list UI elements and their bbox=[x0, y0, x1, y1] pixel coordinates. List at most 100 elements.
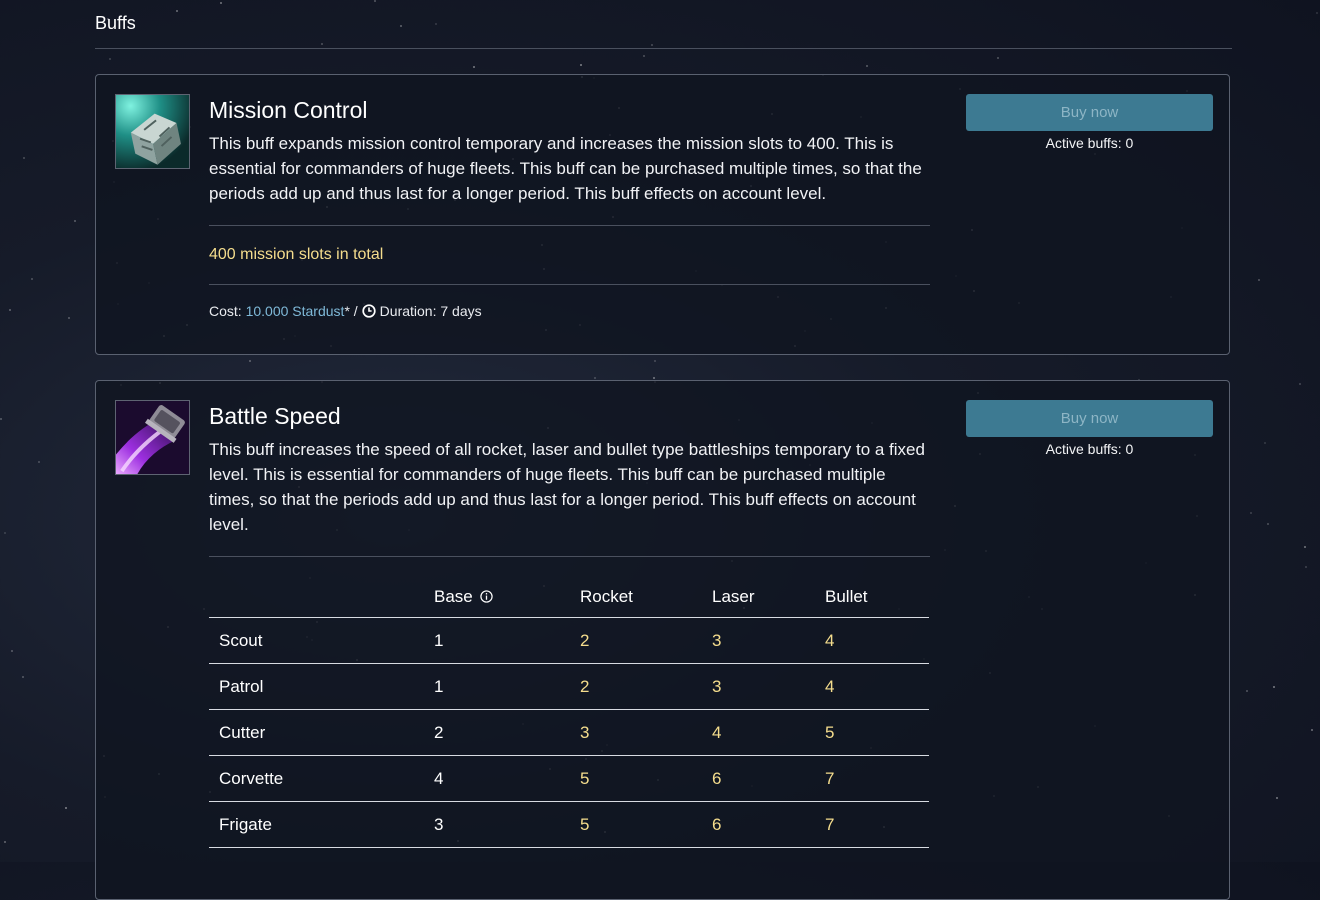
star bbox=[1276, 797, 1278, 799]
bullet-speed: 4 bbox=[825, 617, 929, 664]
cost-value-link[interactable]: 10.000 Stardust bbox=[246, 303, 345, 319]
buy-now-button[interactable]: Buy now bbox=[966, 94, 1213, 131]
star bbox=[4, 841, 6, 843]
star bbox=[38, 461, 40, 463]
laser-speed: 3 bbox=[712, 617, 825, 664]
table-header-row: Base Rocket Laser Bullet bbox=[209, 577, 929, 618]
base-speed: 1 bbox=[434, 663, 580, 710]
bullet-speed: 7 bbox=[825, 801, 929, 848]
star bbox=[435, 23, 437, 25]
star bbox=[1304, 546, 1306, 548]
star bbox=[1264, 442, 1266, 444]
rocket-speed: 3 bbox=[580, 709, 712, 756]
star bbox=[374, 0, 376, 2]
star bbox=[23, 157, 25, 159]
star bbox=[74, 220, 76, 222]
laser-speed: 3 bbox=[712, 663, 825, 710]
buff-content: Battle Speed This buff increases the spe… bbox=[209, 401, 930, 848]
star bbox=[1311, 729, 1313, 731]
buy-panel: Buy now Active buffs: 0 bbox=[966, 94, 1213, 151]
star bbox=[249, 360, 251, 362]
ship-name: Frigate bbox=[209, 801, 434, 848]
star bbox=[109, 58, 111, 60]
buff-description: This buff expands mission control tempor… bbox=[209, 134, 922, 203]
column-header-rocket: Rocket bbox=[580, 577, 712, 618]
column-header-bullet: Bullet bbox=[825, 577, 929, 618]
star bbox=[580, 64, 582, 66]
star bbox=[9, 309, 11, 311]
star bbox=[1250, 512, 1252, 514]
laser-speed: 6 bbox=[712, 755, 825, 802]
base-speed: 3 bbox=[434, 801, 580, 848]
star bbox=[653, 377, 655, 379]
cost-suffix: * / bbox=[344, 303, 358, 319]
active-buffs-count: Active buffs: 0 bbox=[1045, 135, 1134, 151]
star bbox=[4, 532, 6, 534]
laser-speed: 4 bbox=[712, 709, 825, 756]
star bbox=[31, 278, 33, 280]
laser-speed: 6 bbox=[712, 801, 825, 848]
bullet-speed: 5 bbox=[825, 709, 929, 756]
star bbox=[176, 10, 178, 12]
bullet-speed: 7 bbox=[825, 755, 929, 802]
base-speed: 2 bbox=[434, 709, 580, 756]
column-header-base: Base bbox=[434, 577, 580, 618]
bullet-speed: 4 bbox=[825, 663, 929, 710]
star bbox=[68, 317, 70, 319]
buff-title: Mission Control bbox=[209, 97, 368, 123]
star bbox=[1305, 566, 1307, 568]
ship-name: Scout bbox=[209, 617, 434, 664]
rocket-speed: 2 bbox=[580, 617, 712, 664]
star bbox=[997, 57, 999, 59]
title-divider bbox=[95, 48, 1232, 49]
ship-name: Cutter bbox=[209, 709, 434, 756]
star bbox=[321, 43, 323, 45]
table-row: Patrol 1 2 3 4 bbox=[209, 663, 929, 710]
buy-panel: Buy now Active buffs: 0 bbox=[966, 400, 1213, 457]
star bbox=[1246, 690, 1248, 692]
buff-content: Mission Control This buff expands missio… bbox=[209, 95, 930, 319]
star bbox=[651, 44, 653, 46]
column-header-base-label: Base bbox=[434, 587, 473, 606]
info-icon[interactable] bbox=[480, 590, 494, 603]
buff-card-battle-speed: Battle Speed This buff increases the spe… bbox=[95, 380, 1230, 900]
buff-cost-line: Cost: 10.000 Stardust * / Duration: 7 day… bbox=[209, 303, 930, 319]
buff-description: This buff increases the speed of all roc… bbox=[209, 440, 925, 534]
speed-table: Base Rocket Laser Bullet Scout 1 2 3 4 P… bbox=[209, 577, 929, 848]
star bbox=[11, 650, 13, 652]
table-row: Scout 1 2 3 4 bbox=[209, 617, 929, 664]
star bbox=[220, 2, 222, 4]
mission-control-cube-icon bbox=[115, 94, 190, 169]
cost-label: Cost: bbox=[209, 303, 242, 319]
ship-name: Corvette bbox=[209, 755, 434, 802]
table-row: Frigate 3 5 6 7 bbox=[209, 801, 929, 848]
content-divider bbox=[209, 225, 930, 226]
table-row: Cutter 2 3 4 5 bbox=[209, 709, 929, 756]
star bbox=[1299, 383, 1301, 385]
clock-icon bbox=[362, 304, 376, 318]
battle-speed-thruster-icon bbox=[115, 400, 190, 475]
content-divider bbox=[209, 284, 930, 285]
base-speed: 1 bbox=[434, 617, 580, 664]
star bbox=[1267, 523, 1269, 525]
star bbox=[654, 360, 656, 362]
duration-text: Duration: 7 days bbox=[379, 303, 482, 319]
base-speed: 4 bbox=[434, 755, 580, 802]
buff-card-mission-control: Mission Control This buff expands missio… bbox=[95, 74, 1230, 355]
rocket-speed: 5 bbox=[580, 755, 712, 802]
rocket-speed: 2 bbox=[580, 663, 712, 710]
rocket-speed: 5 bbox=[580, 801, 712, 848]
column-header-ship bbox=[209, 577, 434, 618]
star bbox=[400, 25, 402, 27]
buff-title: Battle Speed bbox=[209, 403, 341, 429]
star bbox=[473, 66, 475, 68]
page-title: Buffs bbox=[95, 13, 136, 33]
table-row: Corvette 4 5 6 7 bbox=[209, 755, 929, 802]
buy-now-button[interactable]: Buy now bbox=[966, 400, 1213, 437]
column-header-laser: Laser bbox=[712, 577, 825, 618]
star bbox=[643, 55, 645, 57]
content-divider bbox=[209, 556, 930, 557]
star bbox=[1258, 279, 1260, 281]
ship-name: Patrol bbox=[209, 663, 434, 710]
star bbox=[22, 676, 24, 678]
